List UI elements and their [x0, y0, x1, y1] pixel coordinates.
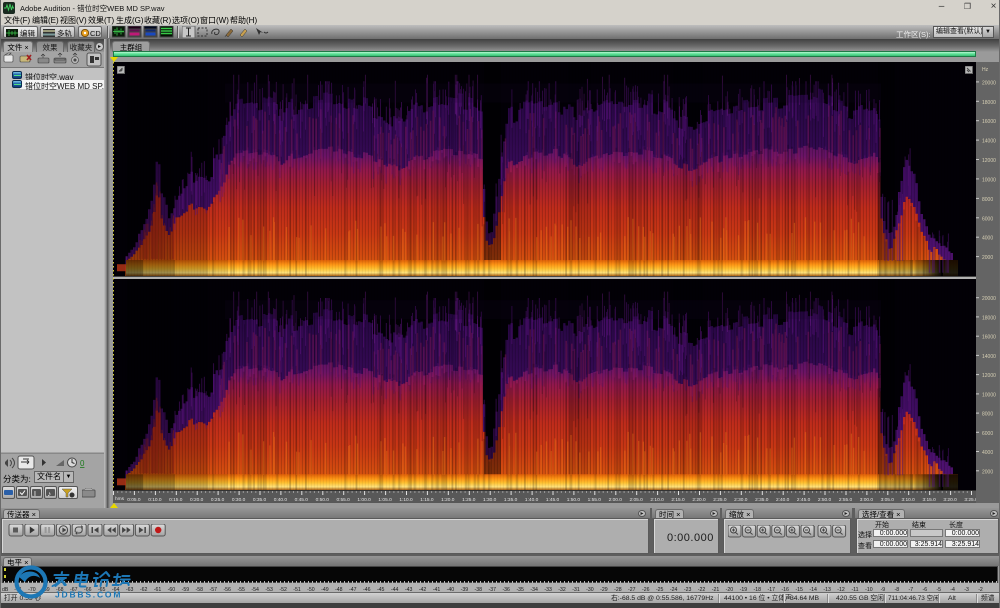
svg-text:16000: 16000	[982, 119, 996, 125]
svg-text:Hz: Hz	[982, 67, 989, 73]
svg-text:hms: hms	[115, 496, 125, 502]
svg-text:8000: 8000	[982, 412, 993, 418]
svg-text:14000: 14000	[982, 139, 996, 145]
svg-text:0: 0	[80, 459, 85, 468]
svg-text:4000: 4000	[982, 236, 993, 242]
svg-text:18000: 18000	[982, 100, 996, 106]
svg-text:8000: 8000	[982, 197, 993, 203]
svg-text:♪: ♪	[48, 491, 52, 498]
svg-text:10000: 10000	[982, 177, 996, 183]
svg-text:I: I	[34, 491, 36, 498]
svg-text:10000: 10000	[982, 392, 996, 398]
svg-text:16000: 16000	[982, 335, 996, 341]
svg-text:6000: 6000	[982, 431, 993, 437]
svg-text:JDBBS.COM: JDBBS.COM	[55, 590, 122, 600]
svg-text:12000: 12000	[982, 373, 996, 379]
svg-text:2000: 2000	[982, 255, 993, 261]
svg-text:12000: 12000	[982, 158, 996, 164]
svg-text:4000: 4000	[982, 450, 993, 456]
svg-text:2000: 2000	[982, 469, 993, 475]
svg-text:6000: 6000	[982, 216, 993, 222]
svg-text:20000: 20000	[982, 80, 996, 86]
svg-text:14000: 14000	[982, 354, 996, 360]
svg-text:18000: 18000	[982, 315, 996, 321]
svg-text:20000: 20000	[982, 296, 996, 302]
